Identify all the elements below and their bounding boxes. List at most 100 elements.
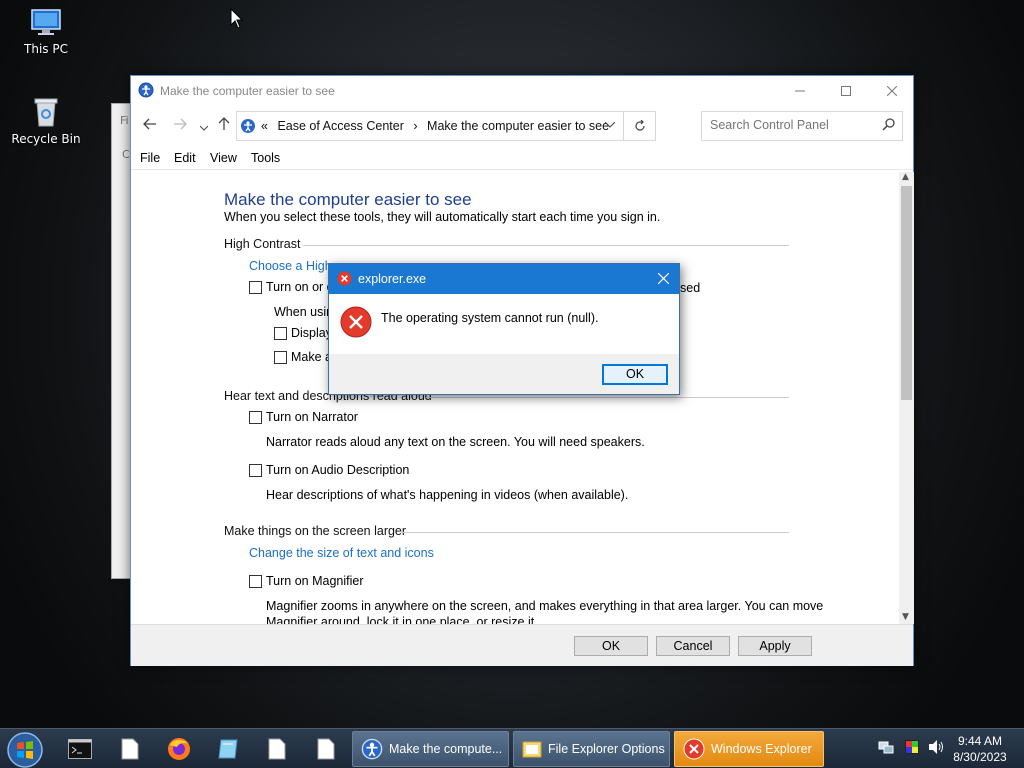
taskbar-file-icon[interactable] xyxy=(312,735,340,763)
window-title: Make the computer easier to see xyxy=(160,84,335,98)
address-bar[interactable]: « Ease of Access Center › Make the compu… xyxy=(236,111,656,141)
checkbox[interactable] xyxy=(249,280,262,294)
desktop-icon-label: Recycle Bin xyxy=(11,132,81,146)
window-tab-fragment: C xyxy=(122,148,130,161)
menu-tools[interactable]: Tools xyxy=(251,151,280,165)
checkbox-label: Turn on Narrator xyxy=(266,410,358,424)
control-panel-icon xyxy=(241,119,255,133)
checkbox-label: Display xyxy=(291,326,332,340)
task-label: Make the compute... xyxy=(389,742,503,756)
up-button[interactable] xyxy=(214,116,234,136)
breadcrumb: « Ease of Access Center › Make the compu… xyxy=(261,119,615,133)
minimize-button[interactable] xyxy=(777,76,823,105)
scroll-down-arrow-icon[interactable]: ▼ xyxy=(902,612,909,622)
mouse-cursor-icon xyxy=(230,8,244,29)
menu-view[interactable]: View xyxy=(210,151,237,165)
magnifier-description-2: Magnifier around, lock it in one place, … xyxy=(266,615,538,624)
section-divider xyxy=(426,397,789,398)
refresh-icon xyxy=(634,119,645,131)
checkbox[interactable] xyxy=(274,326,287,340)
change-text-size-link[interactable]: Change the size of text and icons xyxy=(249,546,434,560)
close-icon[interactable] xyxy=(657,270,670,288)
arrow-right-icon xyxy=(174,118,187,130)
make-sound-checkbox[interactable]: Make a xyxy=(274,350,332,364)
color-display-icon[interactable] xyxy=(904,739,920,755)
section-high-contrast: High Contrast xyxy=(224,237,301,251)
clock[interactable]: 9:44 AM 8/30/2023 xyxy=(946,733,1014,765)
firefox-icon[interactable] xyxy=(165,735,193,763)
narrator-checkbox[interactable]: Turn on Narrator xyxy=(249,410,358,424)
error-title: explorer.exe xyxy=(358,272,427,286)
clock-time: 9:44 AM xyxy=(957,734,1003,748)
taskbar-file-icon[interactable] xyxy=(263,735,291,763)
error-ok-button[interactable]: OK xyxy=(602,364,668,385)
taskbar-task-file-explorer-options[interactable]: File Explorer Options xyxy=(513,731,670,767)
scroll-up-arrow-icon[interactable]: ▲ xyxy=(902,172,909,182)
error-icon xyxy=(683,738,705,760)
checkbox-label: Turn on Audio Description xyxy=(266,463,410,477)
title-bar[interactable]: Make the computer easier to see xyxy=(131,76,913,106)
maximize-button[interactable] xyxy=(823,76,869,105)
window-title-fragment: Fi xyxy=(120,114,129,127)
recent-locations-button[interactable] xyxy=(194,116,214,136)
address-dropdown[interactable] xyxy=(604,118,616,131)
cancel-button[interactable]: Cancel xyxy=(656,636,730,656)
magnifier-description: Magnifier zooms in anywhere on the scree… xyxy=(266,599,824,613)
taskbar-file-icon[interactable] xyxy=(116,735,144,763)
taskbar-task-control-panel[interactable]: Make the compute... xyxy=(352,731,509,767)
back-button[interactable] xyxy=(140,116,160,136)
chevron-down-icon xyxy=(604,121,616,128)
start-button-icon[interactable] xyxy=(6,731,44,768)
search-icon[interactable] xyxy=(882,117,896,131)
apply-button[interactable]: Apply xyxy=(738,636,812,656)
network-icon[interactable] xyxy=(878,739,894,755)
taskbar-app-icon[interactable] xyxy=(214,735,242,763)
high-contrast-toggle-checkbox[interactable]: Turn on or o xyxy=(249,280,334,294)
volume-icon[interactable] xyxy=(928,739,946,755)
breadcrumb-overflow[interactable]: « xyxy=(261,119,268,133)
scrollbar-thumb[interactable] xyxy=(901,186,912,400)
breadcrumb-ease-of-access[interactable]: Ease of Access Center xyxy=(277,119,403,133)
task-label: File Explorer Options xyxy=(548,742,665,756)
menu-file[interactable]: File xyxy=(140,151,160,165)
magnifier-checkbox[interactable]: Turn on Magnifier xyxy=(249,574,364,588)
vertical-scrollbar[interactable]: ▲ ▼ xyxy=(899,172,914,624)
taskbar-task-windows-explorer[interactable]: Windows Explorer xyxy=(674,731,824,767)
recycle-bin-icon xyxy=(34,98,58,127)
settings-content: Make the computer easier to see When you… xyxy=(131,172,899,624)
checkbox[interactable] xyxy=(249,463,262,477)
checkbox[interactable] xyxy=(249,410,262,424)
section-divider xyxy=(401,532,789,533)
folder-options-icon xyxy=(522,741,542,758)
breadcrumb-current[interactable]: Make the computer easier to see xyxy=(427,119,609,133)
close-button[interactable] xyxy=(869,76,915,105)
audio-description-text: Hear descriptions of what's happening in… xyxy=(266,488,629,502)
search-input[interactable] xyxy=(710,118,870,132)
dialog-button-bar: OK Cancel Apply xyxy=(131,624,913,666)
error-title-bar[interactable]: explorer.exe xyxy=(329,264,679,294)
when-using-text: When usin xyxy=(274,305,334,319)
breadcrumb-separator[interactable]: › xyxy=(413,119,417,133)
checkbox[interactable] xyxy=(249,574,262,588)
choose-high-contrast-link[interactable]: Choose a High xyxy=(249,259,332,273)
close-icon xyxy=(887,85,897,96)
audio-description-checkbox[interactable]: Turn on Audio Description xyxy=(249,463,409,477)
ease-of-access-icon xyxy=(361,738,383,760)
arrow-up-icon xyxy=(218,117,230,130)
checkbox[interactable] xyxy=(274,350,287,364)
refresh-button[interactable] xyxy=(623,112,655,140)
display-warning-checkbox[interactable]: Display xyxy=(274,326,332,340)
desktop-icon-this-pc[interactable]: This PC xyxy=(6,8,86,56)
error-message: The operating system cannot run (null). xyxy=(381,311,599,325)
minimize-icon xyxy=(795,90,805,91)
ok-button[interactable]: OK xyxy=(574,636,648,656)
desktop-icon-recycle-bin[interactable]: Recycle Bin xyxy=(6,96,86,146)
maximize-icon xyxy=(841,85,851,96)
error-dialog: explorer.exe The operating system cannot… xyxy=(328,263,680,395)
forward-button[interactable] xyxy=(170,116,190,136)
search-box[interactable] xyxy=(701,111,903,141)
page-title: Make the computer easier to see xyxy=(224,190,472,209)
checkbox-label: Turn on Magnifier xyxy=(266,574,364,588)
menu-edit[interactable]: Edit xyxy=(174,151,196,165)
taskbar-cmd-icon[interactable] xyxy=(66,735,94,763)
